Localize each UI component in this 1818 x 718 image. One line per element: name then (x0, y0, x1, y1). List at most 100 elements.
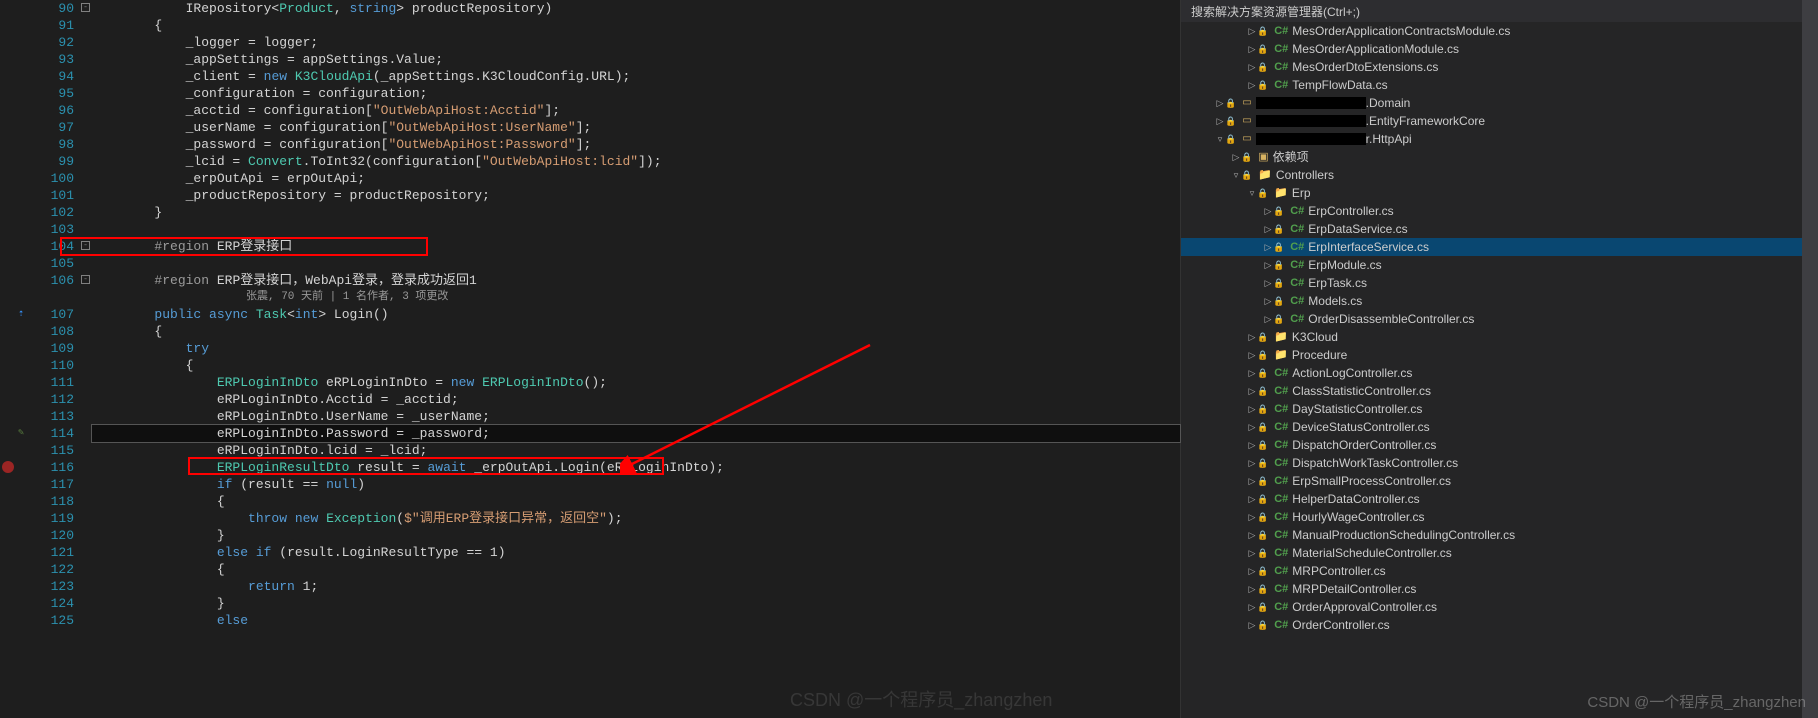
chevron-icon[interactable]: ▷ (1247, 580, 1257, 598)
code-line[interactable]: IRepository<Product, string> productRepo… (92, 0, 1180, 17)
code-line[interactable]: } (92, 204, 1180, 221)
chevron-icon[interactable]: ▿ (1231, 166, 1241, 184)
chevron-icon[interactable]: ▷ (1263, 292, 1273, 310)
code-line[interactable]: try (92, 340, 1180, 357)
fold-toggle-icon[interactable]: - (81, 275, 90, 284)
chevron-icon[interactable]: ▷ (1247, 418, 1257, 436)
chevron-icon[interactable]: ▷ (1247, 508, 1257, 526)
tree-item[interactable]: ▷🔒C#OrderDisassembleController.cs (1181, 310, 1818, 328)
chevron-icon[interactable]: ▷ (1263, 256, 1273, 274)
breakpoint-icon[interactable] (2, 461, 14, 473)
tree-item[interactable]: ▷🔒C#Models.cs (1181, 292, 1818, 310)
code-line[interactable]: if (result == null) (92, 476, 1180, 493)
code-line[interactable]: { (92, 561, 1180, 578)
tree-item[interactable]: ▷🔒C#ActionLogController.cs (1181, 364, 1818, 382)
chevron-icon[interactable]: ▷ (1231, 148, 1241, 166)
code-line[interactable]: return 1; (92, 578, 1180, 595)
fold-toggle-icon[interactable]: - (81, 3, 90, 12)
chevron-icon[interactable]: ▷ (1247, 58, 1257, 76)
tree-item[interactable]: ▷🔒C#DayStatisticController.cs (1181, 400, 1818, 418)
tree-item[interactable]: ▷🔒C#HourlyWageController.cs (1181, 508, 1818, 526)
chevron-icon[interactable]: ▷ (1247, 598, 1257, 616)
code-line[interactable]: _appSettings = appSettings.Value; (92, 51, 1180, 68)
chevron-icon[interactable]: ▷ (1247, 436, 1257, 454)
code-line[interactable]: _password = configuration["OutWebApiHost… (92, 136, 1180, 153)
code-line[interactable]: eRPLoginInDto.Acctid = _acctid; (92, 391, 1180, 408)
tree-item[interactable]: ▷🔒C#MesOrderApplicationModule.cs (1181, 40, 1818, 58)
chevron-icon[interactable]: ▷ (1247, 382, 1257, 400)
chevron-icon[interactable]: ▷ (1247, 400, 1257, 418)
code-line[interactable]: { (92, 17, 1180, 34)
chevron-icon[interactable]: ▷ (1247, 544, 1257, 562)
tree-item[interactable]: ▿🔒▭r.HttpApi (1181, 130, 1818, 148)
code-line[interactable]: eRPLoginInDto.UserName = _userName; (92, 408, 1180, 425)
tree-item[interactable]: ▷🔒▭.Domain (1181, 94, 1818, 112)
tree-item[interactable]: ▷🔒C#MRPDetailController.cs (1181, 580, 1818, 598)
chevron-icon[interactable]: ▷ (1247, 364, 1257, 382)
chevron-icon[interactable]: ▷ (1247, 76, 1257, 94)
explorer-search-header[interactable]: 搜索解决方案资源管理器(Ctrl+;) (1181, 0, 1818, 22)
chevron-icon[interactable]: ▷ (1263, 274, 1273, 292)
code-line[interactable]: _erpOutApi = erpOutApi; (92, 170, 1180, 187)
code-line[interactable]: _productRepository = productRepository; (92, 187, 1180, 204)
tree-item[interactable]: ▷🔒C#ClassStatisticController.cs (1181, 382, 1818, 400)
tree-item[interactable]: ▷🔒C#MesOrderDtoExtensions.cs (1181, 58, 1818, 76)
code-line[interactable]: _acctid = configuration["OutWebApiHost:A… (92, 102, 1180, 119)
fold-toggle-icon[interactable]: - (81, 241, 90, 250)
code-area[interactable]: IRepository<Product, string> productRepo… (92, 0, 1180, 718)
chevron-icon[interactable]: ▿ (1247, 184, 1257, 202)
code-line[interactable] (92, 221, 1180, 238)
chevron-icon[interactable]: ▷ (1263, 238, 1273, 256)
code-line[interactable]: { (92, 357, 1180, 374)
code-line[interactable]: else (92, 612, 1180, 629)
tree-item[interactable]: ▿🔒📁Erp (1181, 184, 1818, 202)
tree-item[interactable]: ▷🔒C#MaterialScheduleController.cs (1181, 544, 1818, 562)
code-line[interactable]: _logger = logger; (92, 34, 1180, 51)
chevron-icon[interactable]: ▷ (1215, 112, 1225, 130)
code-line[interactable]: _userName = configuration["OutWebApiHost… (92, 119, 1180, 136)
code-line[interactable] (92, 255, 1180, 272)
code-line[interactable]: public async Task<int> Login() (92, 306, 1180, 323)
codelens[interactable]: 张震, 70 天前 | 1 名作者, 3 项更改 (92, 289, 1180, 306)
chevron-icon[interactable]: ▷ (1247, 346, 1257, 364)
tree-item[interactable]: ▷🔒C#ErpTask.cs (1181, 274, 1818, 292)
tree-item[interactable]: ▷🔒📁K3Cloud (1181, 328, 1818, 346)
tree-item[interactable]: ▷🔒C#ErpController.cs (1181, 202, 1818, 220)
tree-item[interactable]: ▷🔒C#HelperDataController.cs (1181, 490, 1818, 508)
code-line[interactable]: } (92, 527, 1180, 544)
tree-item[interactable]: ▷🔒C#ErpInterfaceService.cs (1181, 238, 1818, 256)
tree-item[interactable]: ▷🔒C#ErpModule.cs (1181, 256, 1818, 274)
code-line[interactable]: { (92, 493, 1180, 510)
code-line[interactable]: throw new Exception($"调用ERP登录接口异常，返回空"); (92, 510, 1180, 527)
chevron-icon[interactable]: ▷ (1215, 94, 1225, 112)
chevron-icon[interactable]: ▿ (1215, 130, 1225, 148)
chevron-icon[interactable]: ▷ (1247, 454, 1257, 472)
code-line[interactable]: #region ERP登录接口 (92, 238, 1180, 255)
chevron-icon[interactable]: ▷ (1263, 310, 1273, 328)
tree-item[interactable]: ▷🔒▣依赖项 (1181, 148, 1818, 166)
code-line[interactable]: ERPLoginResultDto result = await _erpOut… (92, 459, 1180, 476)
tree-item[interactable]: ▷🔒C#TempFlowData.cs (1181, 76, 1818, 94)
code-line[interactable]: else if (result.LoginResultType == 1) (92, 544, 1180, 561)
tree-item[interactable]: ▿🔒📁Controllers (1181, 166, 1818, 184)
code-line[interactable]: { (92, 323, 1180, 340)
file-tree[interactable]: ▷🔒C#MesOrderApplicationContractsModule.c… (1181, 22, 1818, 718)
tree-item[interactable]: ▷🔒C#MRPController.cs (1181, 562, 1818, 580)
explorer-scrollbar[interactable] (1802, 0, 1818, 718)
tree-item[interactable]: ▷🔒📁Procedure (1181, 346, 1818, 364)
chevron-icon[interactable]: ▷ (1247, 328, 1257, 346)
chevron-icon[interactable]: ▷ (1247, 526, 1257, 544)
tree-item[interactable]: ▷🔒C#ErpSmallProcessController.cs (1181, 472, 1818, 490)
code-line[interactable]: ERPLoginInDto eRPLoginInDto = new ERPLog… (92, 374, 1180, 391)
code-line[interactable]: } (92, 595, 1180, 612)
code-line[interactable]: _configuration = configuration; (92, 85, 1180, 102)
code-line[interactable]: eRPLoginInDto.Password = _password; (92, 425, 1180, 442)
chevron-icon[interactable]: ▷ (1247, 562, 1257, 580)
tree-item[interactable]: ▷🔒C#ManualProductionSchedulingController… (1181, 526, 1818, 544)
tree-item[interactable]: ▷🔒C#OrderController.cs (1181, 616, 1818, 634)
code-line[interactable]: _lcid = Convert.ToInt32(configuration["O… (92, 153, 1180, 170)
code-line[interactable]: #region ERP登录接口，WebApi登录，登录成功返回1 (92, 272, 1180, 289)
tree-item[interactable]: ▷🔒C#DispatchOrderController.cs (1181, 436, 1818, 454)
tree-item[interactable]: ▷🔒C#OrderApprovalController.cs (1181, 598, 1818, 616)
chevron-icon[interactable]: ▷ (1247, 40, 1257, 58)
